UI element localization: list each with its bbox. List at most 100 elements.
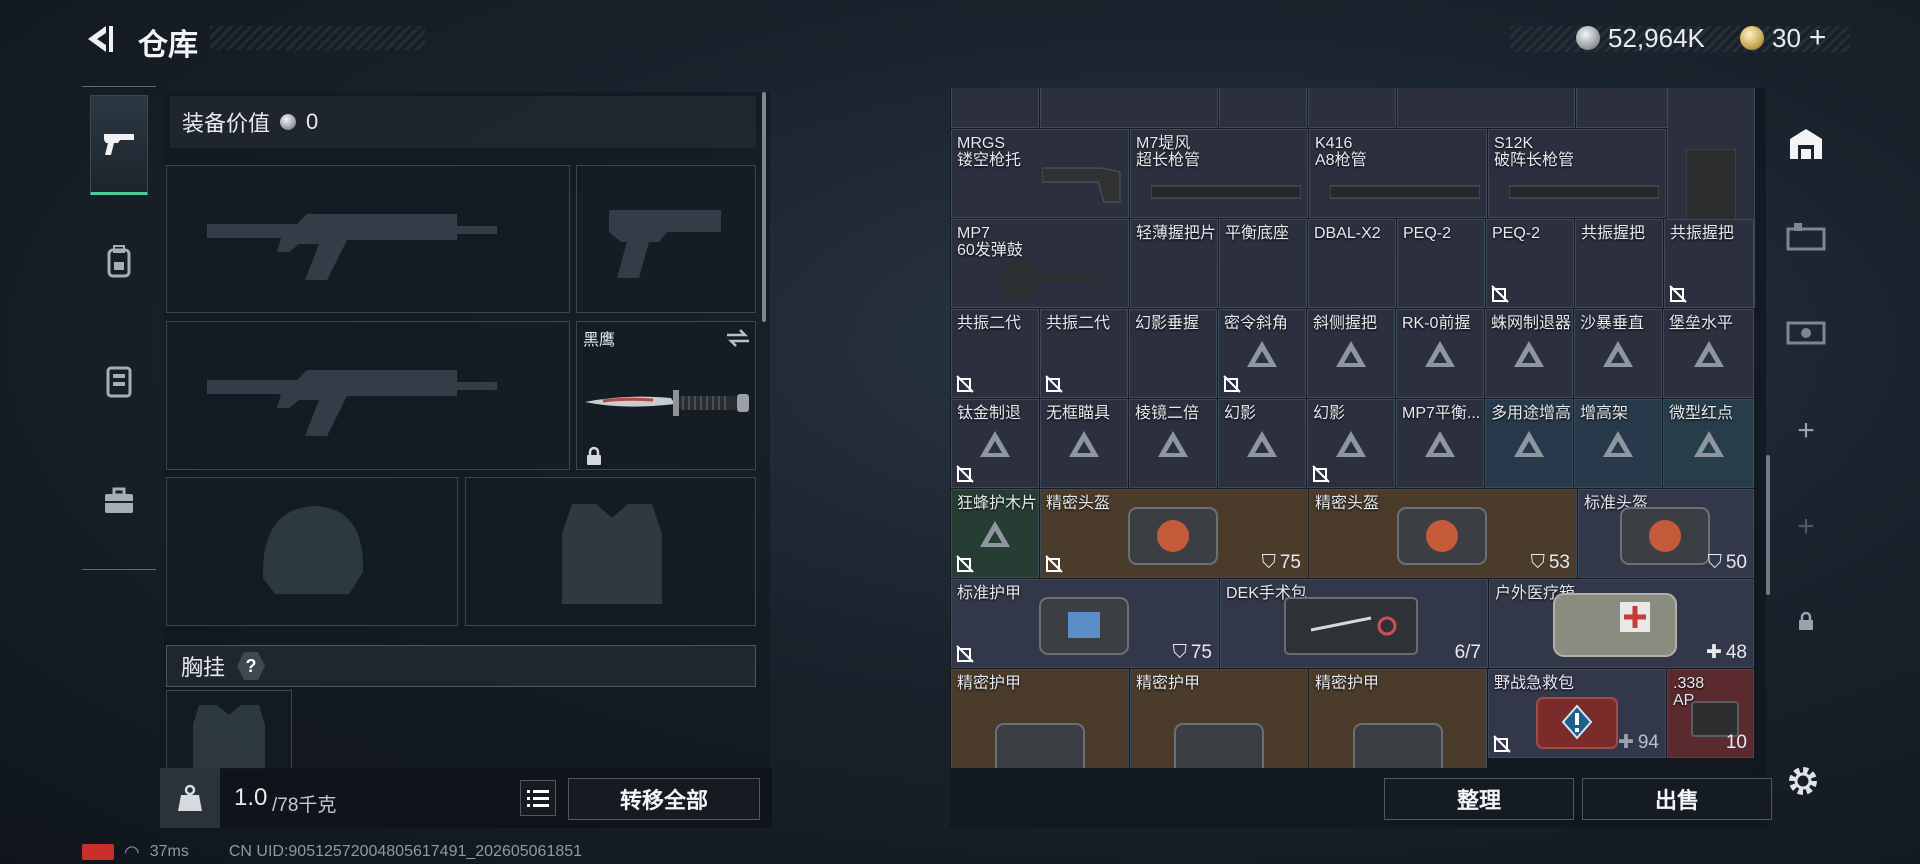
unlocked-mark-icon xyxy=(1045,375,1063,393)
inventory-item[interactable]: 棱镜二倍 xyxy=(1129,399,1217,488)
inventory-item[interactable]: 无框瞄具 xyxy=(1040,399,1128,488)
inventory-item[interactable]: 共振握把 xyxy=(1575,219,1663,308)
inventory-item[interactable]: 狂蜂护木片 xyxy=(951,489,1039,578)
inventory-item[interactable]: RK-0前握 xyxy=(1396,309,1484,398)
equipment-scrollbar[interactable] xyxy=(762,92,766,322)
rail-add-button[interactable]: + xyxy=(1778,396,1834,466)
organize-button[interactable]: 整理 xyxy=(1384,778,1574,820)
inventory-item[interactable] xyxy=(951,88,1039,128)
list-view-button[interactable] xyxy=(520,780,556,816)
inventory-item[interactable]: 微型红点 xyxy=(1663,399,1754,488)
inventory-item[interactable]: 共振二代 xyxy=(1040,309,1128,398)
inventory-item[interactable]: 轻薄握把片 xyxy=(1130,219,1218,308)
rail-container-1[interactable] xyxy=(1778,202,1834,272)
inventory-item[interactable]: .338 AP 10 xyxy=(1667,669,1754,758)
weight-icon xyxy=(178,784,202,811)
tab-backpack[interactable] xyxy=(90,211,148,311)
swap-icon[interactable] xyxy=(725,328,751,348)
unknown-item-icon xyxy=(1069,430,1099,457)
melee-slot[interactable]: 黑鹰 xyxy=(576,321,756,470)
helmet-slot[interactable] xyxy=(166,477,458,626)
weight-lock-button[interactable] xyxy=(160,768,220,828)
inventory-item[interactable]: 精密护甲 xyxy=(1309,669,1487,768)
pistol-slot[interactable] xyxy=(576,165,756,313)
wifi-icon: ◠ xyxy=(124,841,140,862)
primary-weapon-slot[interactable] xyxy=(166,165,570,313)
plus-icon: ✚ xyxy=(1617,732,1634,753)
inventory-item[interactable]: 户外医疗箱 ✚ 48 xyxy=(1489,579,1754,668)
inventory-item[interactable]: 标准头盔 ⛉ 50 xyxy=(1578,489,1754,578)
inventory-item[interactable]: MRGS 镂空枪托 xyxy=(951,129,1129,218)
item-name: 精密头盔 xyxy=(1046,495,1111,512)
inventory-item[interactable]: 幻影 xyxy=(1218,399,1306,488)
rail-storage[interactable] xyxy=(1778,108,1834,178)
inventory-item[interactable]: 堡垒水平 xyxy=(1663,309,1754,398)
inventory-item[interactable]: 斜侧握把 xyxy=(1307,309,1395,398)
inventory-item[interactable]: 幻影垂握 xyxy=(1129,309,1217,398)
inventory-item[interactable]: 密令斜角 xyxy=(1218,309,1306,398)
inventory-item[interactable]: 精密护甲 xyxy=(1130,669,1308,768)
sell-button[interactable]: 出售 xyxy=(1582,778,1772,820)
inventory-item[interactable]: PEQ-2 xyxy=(1397,219,1485,308)
inventory-item[interactable]: 共振握把 xyxy=(1664,219,1754,308)
uid-text: CN UID:90512572004805617491_202605061851 xyxy=(228,843,583,860)
inventory-item[interactable]: MP7平衡... xyxy=(1396,399,1484,488)
inventory-item[interactable]: MP7 60发弹鼓 xyxy=(951,219,1129,308)
inventory-item[interactable]: 多用途增高 xyxy=(1485,399,1573,488)
inventory-item[interactable]: 幻影 xyxy=(1307,399,1395,488)
chest-rig-slot[interactable] xyxy=(166,690,292,770)
inventory-item[interactable] xyxy=(1397,88,1575,128)
tab-vest[interactable] xyxy=(90,331,148,431)
item-name: 增高架 xyxy=(1580,405,1629,422)
transfer-all-button[interactable]: 转移全部 xyxy=(568,778,760,820)
back-arrow-icon[interactable] xyxy=(82,22,116,56)
settings-gear-icon[interactable] xyxy=(1786,764,1820,798)
inventory-item[interactable]: 增高架 xyxy=(1574,399,1662,488)
inventory-item[interactable]: DBAL-X2 xyxy=(1308,219,1396,308)
inventory-item[interactable]: 平衡底座 xyxy=(1219,219,1307,308)
inventory-item[interactable]: 标准护甲 ⛉ 75 xyxy=(951,579,1219,668)
add-gold-button[interactable]: + xyxy=(1809,21,1827,55)
unknown-item-icon xyxy=(1158,430,1188,457)
inventory-item[interactable]: DEK手术包 6/7 xyxy=(1220,579,1488,668)
inventory-item[interactable]: 野战急救包 ✚ 94 xyxy=(1488,669,1666,758)
inventory-item[interactable]: 精密护甲 xyxy=(951,669,1129,768)
rail-container-2[interactable] xyxy=(1778,296,1834,366)
inventory-item[interactable] xyxy=(1308,88,1396,128)
inventory-item[interactable]: 钛金制退 xyxy=(951,399,1039,488)
inventory-item[interactable]: M7堤风 超长枪管 xyxy=(1130,129,1308,218)
tab-case[interactable] xyxy=(90,451,148,551)
weight-max: /78千克 xyxy=(272,795,337,816)
inventory-item[interactable]: 精密头盔 ⛉ 53 xyxy=(1309,489,1577,578)
inventory-item[interactable]: 精密头盔 ⛉ 75 xyxy=(1040,489,1308,578)
item-name: 共振二代 xyxy=(1046,315,1111,332)
item-name: PEQ-2 xyxy=(1403,225,1452,242)
equipment-value: 0 xyxy=(306,109,319,134)
help-badge[interactable]: ? xyxy=(237,652,266,680)
unlocked-mark-icon xyxy=(1045,555,1063,573)
container-icon xyxy=(1786,223,1826,251)
armor-slot[interactable] xyxy=(465,477,756,626)
inventory-scrollbar[interactable] xyxy=(1766,455,1770,595)
inventory-item[interactable]: 蛛网制退器 xyxy=(1485,309,1573,398)
inventory-item[interactable]: 共振二代 xyxy=(951,309,1039,398)
inventory-item[interactable] xyxy=(1219,88,1307,128)
inventory-item[interactable]: PEQ-2 xyxy=(1486,219,1574,308)
unlocked-mark-icon xyxy=(1669,285,1687,303)
helmet-bag-image xyxy=(1620,507,1710,565)
inventory-item[interactable]: S12K 破阵长枪管 xyxy=(1488,129,1666,218)
armor-silhouette-icon xyxy=(562,504,662,604)
inventory-item[interactable]: K416 A8枪管 xyxy=(1309,129,1487,218)
item-name: 微型红点 xyxy=(1669,405,1734,422)
inventory-item[interactable]: 沙暴垂直 xyxy=(1574,309,1662,398)
secondary-weapon-slot[interactable] xyxy=(166,321,570,470)
chest-rig-label: 胸挂 xyxy=(181,655,226,680)
surgery-kit-image xyxy=(1284,597,1418,655)
tab-weapons[interactable] xyxy=(90,95,148,195)
item-name: 轻薄握把片 xyxy=(1136,225,1217,242)
pistol-silhouette-icon xyxy=(609,210,721,278)
inventory-item[interactable] xyxy=(1040,88,1218,128)
weight-bar: 1.0 /78千克 转移全部 xyxy=(160,768,772,828)
gold-currency[interactable]: 30 + xyxy=(1740,21,1827,55)
unknown-item-icon xyxy=(1514,430,1544,457)
